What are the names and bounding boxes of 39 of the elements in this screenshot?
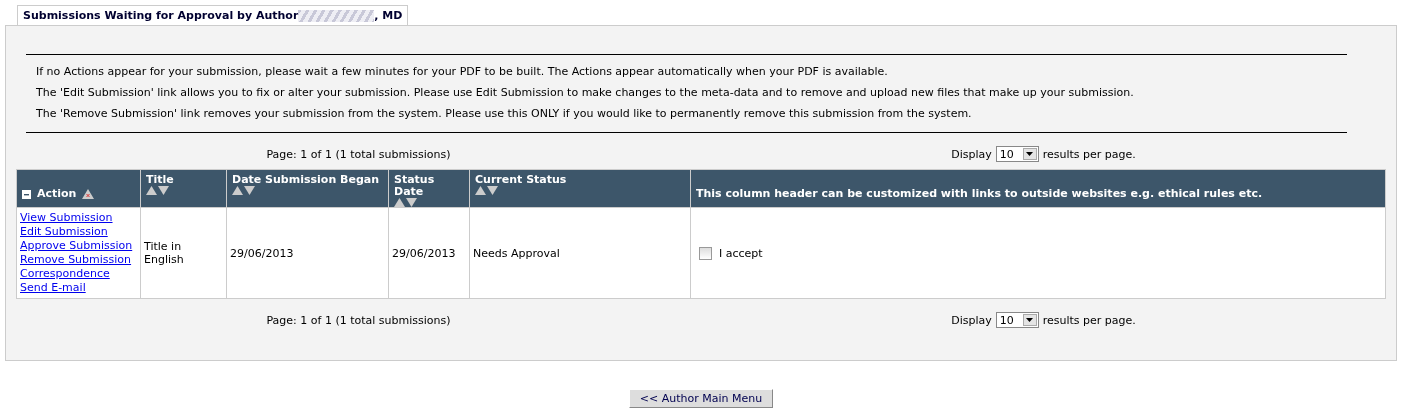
table-cell: 29/06/2013: [392, 246, 456, 260]
section-tab[interactable]: Submissions Waiting for Approval by Author , MD: [17, 5, 409, 25]
display-label: Display: [951, 147, 992, 161]
info-text: If no Actions appear for your submission, please wait a few minutes for your PDF to be built. The Actions appear automatically when your PDF is available.: [36, 66, 889, 78]
sort-arrows-icon: [394, 198, 417, 207]
table-cell: Title in English: [144, 240, 184, 266]
action-link[interactable]: View Submission: [20, 211, 113, 225]
column-header[interactable]: Date Submission Began: [226, 169, 389, 208]
accept-checkbox[interactable]: [699, 246, 712, 260]
page-count: Page: 1 of 1 (1 total submissions): [266, 147, 451, 161]
results-label: results per page.: [1042, 313, 1136, 327]
page-count: Page: 1 of 1 (1 total submissions): [266, 313, 451, 327]
info-text: The 'Remove Submission' link removes your submission from the system. Please use this ONLY if you would like to permanently remove this submission from the system.: [36, 108, 973, 120]
sort-arrows-icon: [146, 186, 169, 195]
table-cell: Needs Approval: [473, 246, 560, 260]
warning-icon: [82, 189, 95, 199]
dropdown-icon: [1026, 152, 1034, 156]
column-header[interactable]: Status Date: [388, 169, 470, 208]
sort-arrows-icon: [232, 186, 255, 195]
action-link[interactable]: Correspondence: [20, 267, 110, 281]
column-header[interactable]: Action: [16, 169, 141, 208]
action-link[interactable]: Send E-mail: [20, 281, 86, 295]
accept-label: I accept: [719, 246, 763, 260]
info-text: The 'Edit Submission' link allows you to fix or alter your submission. Please use Edit Submission to make changes to the meta-data and to remove and upload new files that make up your submission.: [36, 87, 1135, 99]
per-page-select[interactable]: 10: [995, 146, 1039, 162]
display-label: Display: [951, 313, 992, 327]
results-label: results per page.: [1042, 147, 1136, 161]
column-header[interactable]: Current Status: [469, 169, 691, 208]
back-button[interactable]: << Author Main Menu: [628, 389, 774, 408]
table-cell: 29/06/2013: [230, 246, 294, 260]
action-link[interactable]: Approve Submission: [20, 239, 133, 253]
per-page-select[interactable]: 10: [995, 312, 1039, 328]
action-link[interactable]: Edit Submission: [20, 225, 108, 239]
collapse-icon: [22, 189, 31, 199]
column-header[interactable]: Title: [140, 169, 227, 208]
dropdown-icon: [1026, 318, 1034, 322]
action-link[interactable]: Remove Submission: [20, 253, 132, 267]
column-header[interactable]: This column header can be customized with links to outside websites e.g. ethical rules etc.: [690, 169, 1386, 208]
sort-arrows-icon: [475, 186, 498, 195]
